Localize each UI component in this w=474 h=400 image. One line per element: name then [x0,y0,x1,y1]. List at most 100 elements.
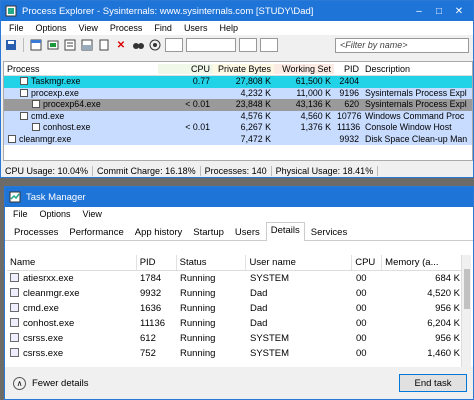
procexp-app-icon [5,5,17,17]
process-name-cell: cmd.exe [4,110,158,122]
cpu-cell: < 0.01 [158,122,213,134]
status-cell: Running [180,318,216,329]
tm-menu-file[interactable]: File [7,209,34,219]
menu-find[interactable]: Find [148,23,178,33]
tm-menu-view[interactable]: View [77,209,108,219]
process-tree: Process CPU Private Bytes Working Set PI… [3,61,473,161]
taskmgr-footer: ∧ Fewer details End task [5,367,473,399]
description-cell: Sysinternals Process Expl [362,99,472,111]
cpu-cell: 00 [356,348,367,359]
io-graph[interactable] [239,38,257,52]
process-row[interactable]: procexp.exe 4,232 K 11,000 K 9196 Sysinterna… [4,87,472,99]
cpu-cell: 00 [356,333,367,344]
kill-process-icon[interactable]: ✕ [114,38,128,52]
user-cell: SYSTEM [250,348,290,359]
end-task-button[interactable]: End task [399,374,467,392]
scrollbar-thumb[interactable] [464,269,470,309]
taskmgr-app-icon [9,191,21,203]
col-private-bytes[interactable]: Private Bytes [213,63,274,74]
process-row[interactable]: procexp64.exe < 0.01 23,848 K 43,136 K 620 Sy… [4,99,472,111]
tab-processes[interactable]: Processes [9,224,63,240]
pid-cell: 11136 [140,318,166,329]
tab-services[interactable]: Services [306,224,352,240]
pid-cell: 1636 [140,303,162,314]
tm-menu-options[interactable]: Options [34,209,77,219]
refresh-icon[interactable] [29,38,43,52]
process-row[interactable]: cmd.exe 4,576 K 4,560 K 10776 Windows Comman… [4,110,472,122]
pid-cell: 9196 [334,87,362,99]
status-cell: Running [180,303,216,314]
process-icon [32,123,40,131]
col-cpu[interactable]: CPU [158,63,213,74]
table-row[interactable]: atiesrxx.exe 1784 Running SYSTEM 00 684 K [7,271,469,286]
col-user-name[interactable]: User name [246,255,353,270]
menu-help[interactable]: Help [213,23,244,33]
table-row[interactable]: csrss.exe 612 Running SYSTEM 00 956 K [7,331,469,346]
col-description[interactable]: Description [362,64,472,74]
col-memory[interactable]: Memory (a... [382,255,462,270]
name-cell: csrss.exe [7,348,137,359]
minimize-button[interactable]: – [409,6,429,17]
menu-users[interactable]: Users [178,23,214,33]
table-row[interactable]: cmd.exe 1636 Running Dad 00 956 K [7,301,469,316]
working-set-cell [274,133,334,145]
filter-input[interactable]: <Filter by name> [335,37,469,53]
private-bytes-cell: 4,232 K [213,87,274,99]
user-cell: Dad [250,288,268,299]
properties-icon[interactable] [97,38,111,52]
process-name: cleanmgr.exe [23,288,80,299]
tab-app-history[interactable]: App history [130,224,188,240]
cpu-graph[interactable] [165,38,183,52]
fewer-details-link[interactable]: ∧ Fewer details [13,376,89,390]
menu-view[interactable]: View [73,23,104,33]
table-row[interactable]: conhost.exe 11136 Running Dad 00 6,204 K [7,316,469,331]
col-name[interactable]: Name [7,255,137,270]
process-explorer-window: Process Explorer - Sysinternals: www.sys… [0,0,474,178]
target-icon[interactable] [148,38,162,52]
process-name: csrss.exe [23,348,64,359]
process-row[interactable]: Taskmgr.exe 0.77 27,808 K 61,500 K 2404 [4,76,472,88]
system-info-icon[interactable] [46,38,60,52]
tab-details[interactable]: Details [265,222,305,241]
menu-process[interactable]: Process [104,23,149,33]
tree-view-icon[interactable] [63,38,77,52]
taskmgr-titlebar[interactable]: Task Manager [5,187,473,207]
vertical-scrollbar[interactable] [461,255,471,367]
menu-file[interactable]: File [3,23,30,33]
table-row[interactable]: csrss.exe 752 Running SYSTEM 00 1,460 K [7,346,469,361]
col-working-set[interactable]: Working Set [274,63,334,74]
process-row[interactable]: cleanmgr.exe 7,472 K 9932 Disk Space Clean-… [4,133,472,145]
procexp-menubar: File Options View Process Find Users Hel… [1,21,473,35]
status-cell: Running [180,348,216,359]
process-icon [10,288,19,297]
pid-cell: 9932 [140,288,162,299]
table-row[interactable]: cleanmgr.exe 9932 Running Dad 00 4,520 K [7,286,469,301]
tab-startup[interactable]: Startup [188,224,229,240]
tab-performance[interactable]: Performance [64,224,128,240]
close-button[interactable]: ✕ [449,6,469,17]
col-process[interactable]: Process [4,64,158,74]
menu-options[interactable]: Options [30,23,73,33]
procexp-statusbar: CPU Usage: 10.04% Commit Charge: 16.18% … [1,163,473,177]
save-icon[interactable] [4,38,18,52]
tab-users[interactable]: Users [230,224,265,240]
cpu-cell: 00 [356,273,367,284]
cpu-cell: 00 [356,318,367,329]
process-icon [8,134,16,143]
commit-graph[interactable] [186,38,236,52]
physical-graph[interactable] [260,38,278,52]
process-name: procexp64.exe [43,99,101,109]
maximize-button[interactable]: □ [429,6,449,17]
status-cpu-usage: CPU Usage: 10.04% [1,166,94,176]
col-pid[interactable]: PID [137,255,177,270]
find-icon[interactable] [131,38,145,52]
cpu-cell: 00 [356,288,367,299]
col-status[interactable]: Status [177,255,247,270]
status-physical-usage: Physical Usage: 18.41% [272,166,379,176]
col-cpu[interactable]: CPU [352,255,383,270]
process-row[interactable]: conhost.exe < 0.01 6,267 K 1,376 K 11136 Cons… [4,122,472,134]
procexp-titlebar[interactable]: Process Explorer - Sysinternals: www.sys… [1,1,473,21]
lower-pane-icon[interactable] [80,38,94,52]
pid-cell: 2404 [334,76,362,88]
col-pid[interactable]: PID [334,64,362,74]
